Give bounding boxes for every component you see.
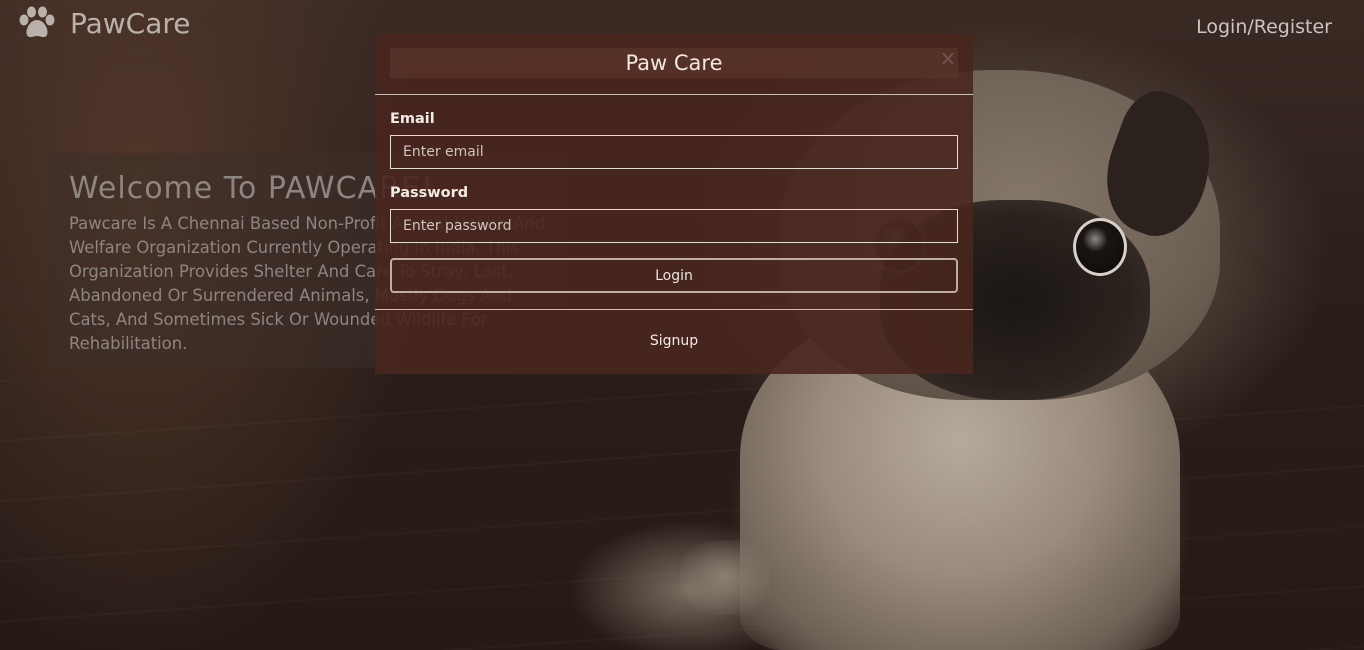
email-field[interactable] [390,135,958,169]
page: PawCare Login/Register Welcome To PAWCAR… [0,0,1364,650]
signup-link[interactable]: Signup [375,333,973,349]
email-label: Email [390,111,435,127]
pug-right-eye [1073,218,1127,276]
paw-icon [16,6,58,40]
login-register-link[interactable]: Login/Register [1196,16,1332,38]
footer-divider [375,309,973,310]
login-modal: Paw Care × Email Password Login Signup [375,33,973,374]
modal-title: Paw Care [390,48,958,78]
close-icon[interactable]: × [939,48,957,68]
password-label: Password [390,185,469,201]
brand-logo[interactable]: PawCare [16,6,191,40]
brand-name: PawCare [70,6,191,40]
header-divider [375,94,973,95]
login-button[interactable]: Login [390,258,958,293]
password-field[interactable] [390,209,958,243]
pug-paw [680,540,770,615]
